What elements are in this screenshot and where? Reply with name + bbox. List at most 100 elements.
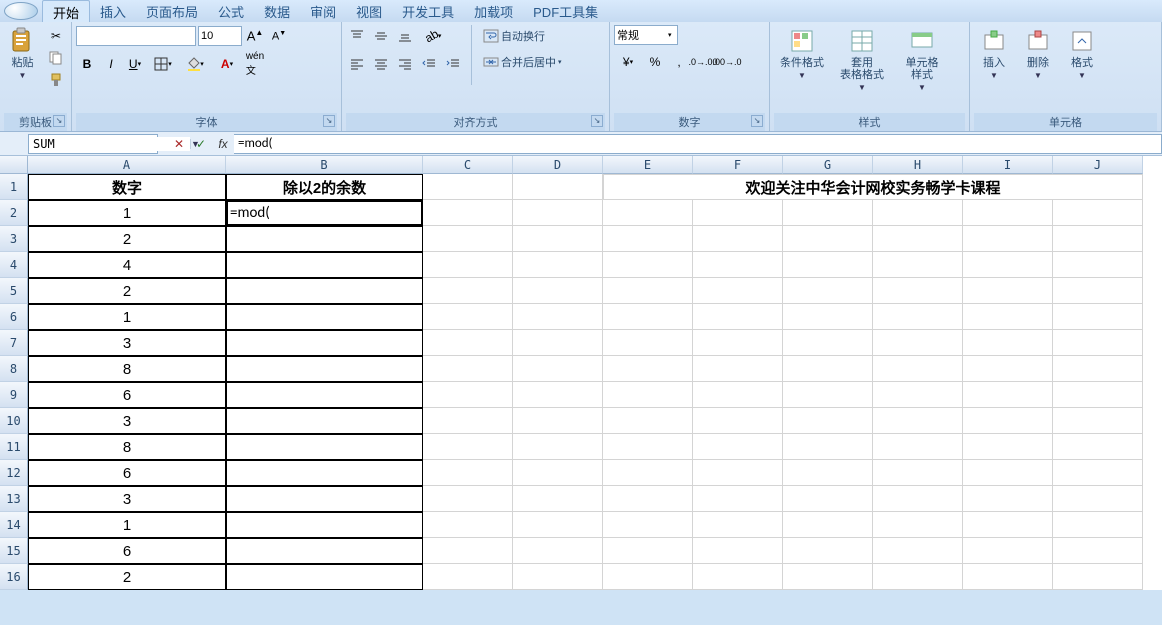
dialog-launcher-icon[interactable]: ↘ (53, 115, 65, 127)
cell-G3[interactable] (783, 226, 873, 252)
worksheet[interactable]: ABCDEFGHIJ 1数字除以2的余数欢迎关注中华会计网校实务畅学卡课程21=… (0, 156, 1162, 590)
row-header[interactable]: 16 (0, 564, 28, 590)
tab-插入[interactable]: 插入 (90, 0, 136, 22)
cell-B1[interactable]: 除以2的余数 (226, 174, 423, 200)
row-header[interactable]: 10 (0, 408, 28, 434)
underline-button[interactable]: U▾ (124, 53, 146, 75)
cell-H2[interactable] (873, 200, 963, 226)
cell-E5[interactable] (603, 278, 693, 304)
wrap-text-button[interactable]: 自动换行 (479, 25, 566, 47)
cell-J3[interactable] (1053, 226, 1143, 252)
tab-开发工具[interactable]: 开发工具 (392, 0, 464, 22)
cell-C5[interactable] (423, 278, 513, 304)
cell-B4[interactable] (226, 252, 423, 278)
conditional-format-button[interactable]: 条件格式▼ (774, 25, 830, 82)
bold-button[interactable]: B (76, 53, 98, 75)
tab-审阅[interactable]: 审阅 (300, 0, 346, 22)
row-header[interactable]: 12 (0, 460, 28, 486)
shrink-font-button[interactable]: A▼ (268, 25, 290, 47)
cell-C8[interactable] (423, 356, 513, 382)
cell-H16[interactable] (873, 564, 963, 590)
cell-C3[interactable] (423, 226, 513, 252)
cell-B11[interactable] (226, 434, 423, 460)
dialog-launcher-icon[interactable]: ↘ (323, 115, 335, 127)
cell-E14[interactable] (603, 512, 693, 538)
cell-C11[interactable] (423, 434, 513, 460)
cell-J10[interactable] (1053, 408, 1143, 434)
cell-C14[interactable] (423, 512, 513, 538)
col-header-F[interactable]: F (693, 156, 783, 174)
cell-H5[interactable] (873, 278, 963, 304)
cell-G4[interactable] (783, 252, 873, 278)
col-header-E[interactable]: E (603, 156, 693, 174)
cell-G8[interactable] (783, 356, 873, 382)
cell-D13[interactable] (513, 486, 603, 512)
row-header[interactable]: 15 (0, 538, 28, 564)
col-header-J[interactable]: J (1053, 156, 1143, 174)
cell-C16[interactable] (423, 564, 513, 590)
col-header-H[interactable]: H (873, 156, 963, 174)
cell-E1[interactable]: 欢迎关注中华会计网校实务畅学卡课程 (603, 174, 1143, 200)
cell-D6[interactable] (513, 304, 603, 330)
row-header[interactable]: 14 (0, 512, 28, 538)
cell-A15[interactable]: 6 (28, 538, 226, 564)
col-header-I[interactable]: I (963, 156, 1053, 174)
name-box[interactable]: ▼ (28, 134, 158, 154)
cell-A1[interactable]: 数字 (28, 174, 226, 200)
percent-button[interactable]: % (644, 51, 666, 73)
formula-input[interactable] (234, 134, 1162, 154)
cell-E13[interactable] (603, 486, 693, 512)
row-header[interactable]: 2 (0, 200, 28, 226)
cell-E2[interactable] (603, 200, 693, 226)
cell-J2[interactable] (1053, 200, 1143, 226)
cell-I9[interactable] (963, 382, 1053, 408)
cell-H3[interactable] (873, 226, 963, 252)
cell-H9[interactable] (873, 382, 963, 408)
cell-F9[interactable] (693, 382, 783, 408)
cell-A12[interactable]: 6 (28, 460, 226, 486)
merge-center-button[interactable]: 合并后居中▾ (479, 51, 566, 73)
italic-button[interactable]: I (100, 53, 122, 75)
tab-开始[interactable]: 开始 (42, 0, 90, 22)
align-center-button[interactable] (370, 53, 392, 75)
cell-A11[interactable]: 8 (28, 434, 226, 460)
cell-B12[interactable] (226, 460, 423, 486)
cell-I13[interactable] (963, 486, 1053, 512)
cell-F11[interactable] (693, 434, 783, 460)
cell-H11[interactable] (873, 434, 963, 460)
cut-button[interactable]: ✂ (45, 25, 67, 47)
cell-F2[interactable] (693, 200, 783, 226)
font-size-combo[interactable] (198, 26, 242, 46)
cell-J15[interactable] (1053, 538, 1143, 564)
align-bottom-button[interactable] (394, 25, 416, 47)
cell-I8[interactable] (963, 356, 1053, 382)
cell-F6[interactable] (693, 304, 783, 330)
cell-B10[interactable] (226, 408, 423, 434)
cell-I12[interactable] (963, 460, 1053, 486)
format-painter-button[interactable] (45, 69, 67, 91)
cell-F16[interactable] (693, 564, 783, 590)
font-name-combo[interactable] (76, 26, 196, 46)
cell-G6[interactable] (783, 304, 873, 330)
cell-H6[interactable] (873, 304, 963, 330)
row-header[interactable]: 7 (0, 330, 28, 356)
tab-加载项[interactable]: 加载项 (464, 0, 523, 22)
format-as-table-button[interactable]: 套用 表格格式▼ (834, 25, 890, 94)
col-header-C[interactable]: C (423, 156, 513, 174)
cell-E9[interactable] (603, 382, 693, 408)
dialog-launcher-icon[interactable]: ↘ (751, 115, 763, 127)
cell-A5[interactable]: 2 (28, 278, 226, 304)
cell-I6[interactable] (963, 304, 1053, 330)
row-header[interactable]: 13 (0, 486, 28, 512)
row-header[interactable]: 4 (0, 252, 28, 278)
cell-A13[interactable]: 3 (28, 486, 226, 512)
cell-G2[interactable] (783, 200, 873, 226)
cell-G7[interactable] (783, 330, 873, 356)
cell-D4[interactable] (513, 252, 603, 278)
cell-F10[interactable] (693, 408, 783, 434)
cell-E4[interactable] (603, 252, 693, 278)
cell-F15[interactable] (693, 538, 783, 564)
comma-button[interactable]: , (668, 51, 690, 73)
cell-C12[interactable] (423, 460, 513, 486)
cell-B2-editing[interactable]: =mod( (226, 200, 423, 226)
